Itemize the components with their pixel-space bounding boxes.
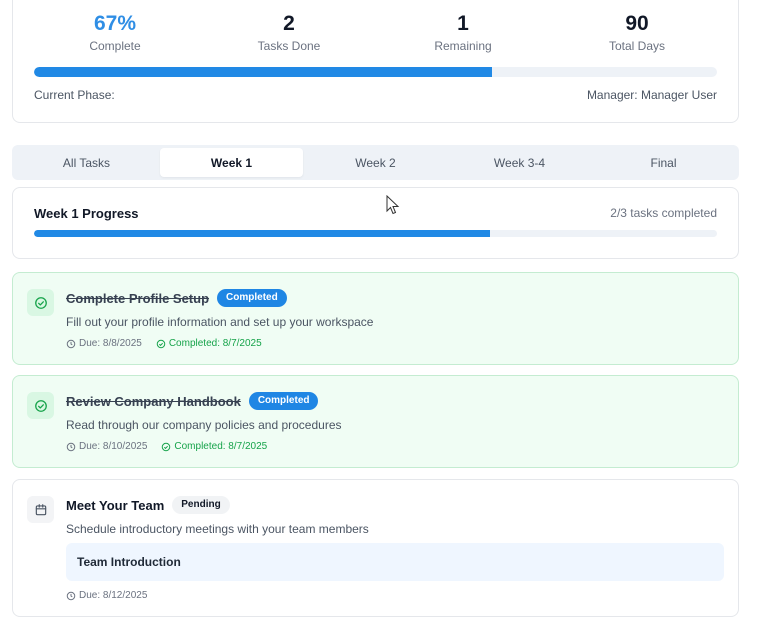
due-date: Due: 8/8/2025 [66, 338, 142, 349]
tab-all-tasks[interactable]: All Tasks [15, 148, 158, 177]
check-circle-icon [27, 392, 54, 419]
completed-date: Completed: 8/7/2025 [161, 441, 267, 452]
stat-remaining: 1 Remaining [383, 11, 543, 53]
stat-tasks-done: 2 Tasks Done [209, 11, 369, 53]
due-date: Due: 8/10/2025 [66, 441, 147, 452]
check-circle-icon [156, 339, 166, 348]
overall-progress-fill [34, 67, 492, 77]
week-progress-title: Week 1 Progress [34, 206, 139, 221]
task-card-meet-team[interactable]: Meet Your Team Pending Schedule introduc… [12, 479, 739, 617]
due-date-text: Due: 8/10/2025 [79, 441, 148, 452]
stat-complete-label: Complete [89, 39, 141, 53]
stat-tasks-done-value: 2 [283, 12, 295, 35]
manager-label: Manager: Manager User [586, 88, 717, 102]
stat-complete: 67% Complete [35, 11, 195, 53]
status-badge: Completed [217, 289, 287, 307]
completed-date-text: Completed: 8/7/2025 [174, 441, 268, 452]
stat-total-days: 90 Total Days [557, 11, 717, 53]
check-circle-icon [27, 289, 54, 316]
week-progress-bar [34, 230, 717, 237]
mouse-cursor-icon [386, 195, 400, 215]
due-date-text: Due: 8/8/2025 [79, 338, 142, 349]
task-title: Meet Your Team [66, 497, 165, 513]
due-date-text: Due: 8/12/2025 [79, 590, 148, 601]
week-progress-count: 2/3 tasks completed [610, 206, 717, 220]
task-description: Read through our company policies and pr… [66, 418, 342, 432]
tab-week-2[interactable]: Week 2 [304, 148, 447, 177]
week-progress-fill [34, 230, 490, 237]
status-badge: Pending [172, 496, 230, 514]
stat-total-days-label: Total Days [608, 39, 666, 53]
stat-complete-value: 67% [93, 12, 137, 35]
completed-date: Completed: 8/7/2025 [156, 338, 262, 349]
task-subitem[interactable]: Team Introduction [66, 543, 724, 581]
task-description: Schedule introductory meetings with your… [66, 522, 369, 536]
task-meta: Due: 8/10/2025 Completed: 8/7/2025 [66, 441, 267, 452]
task-card-profile-setup[interactable]: Complete Profile Setup Completed Fill ou… [12, 272, 739, 365]
stat-tasks-done-label: Tasks Done [257, 39, 321, 53]
stat-remaining-value: 1 [457, 12, 469, 35]
task-card-company-handbook[interactable]: Review Company Handbook Completed Read t… [12, 375, 739, 468]
task-title: Complete Profile Setup [66, 290, 210, 306]
current-phase: Current Phase: [34, 88, 115, 102]
clock-icon [66, 591, 76, 600]
task-meta: Due: 8/8/2025 Completed: 8/7/2025 [66, 338, 262, 349]
stat-total-days-value: 90 [625, 12, 649, 35]
clock-icon [66, 442, 76, 451]
status-badge: Completed [248, 392, 319, 410]
week-progress-card: Week 1 Progress 2/3 tasks completed [12, 187, 739, 259]
due-date: Due: 8/12/2025 [66, 590, 147, 601]
tab-week-3-4[interactable]: Week 3-4 [448, 148, 591, 177]
task-description: Fill out your profile information and se… [66, 315, 374, 329]
stat-remaining-label: Remaining [434, 39, 492, 53]
completed-date-text: Completed: 8/7/2025 [168, 338, 262, 349]
calendar-icon [27, 496, 54, 523]
week-tabs: All Tasks Week 1 Week 2 Week 3-4 Final [12, 145, 739, 180]
check-circle-icon [162, 442, 171, 451]
task-title: Review Company Handbook [66, 393, 241, 409]
stats-card: 67% Complete 2 Tasks Done 1 Remaining 90… [12, 0, 739, 123]
clock-icon [66, 339, 76, 348]
overall-progress-bar [34, 67, 717, 77]
task-meta: Due: 8/12/2025 [66, 590, 147, 601]
tab-final[interactable]: Final [592, 148, 735, 177]
tab-week-1[interactable]: Week 1 [160, 148, 303, 177]
